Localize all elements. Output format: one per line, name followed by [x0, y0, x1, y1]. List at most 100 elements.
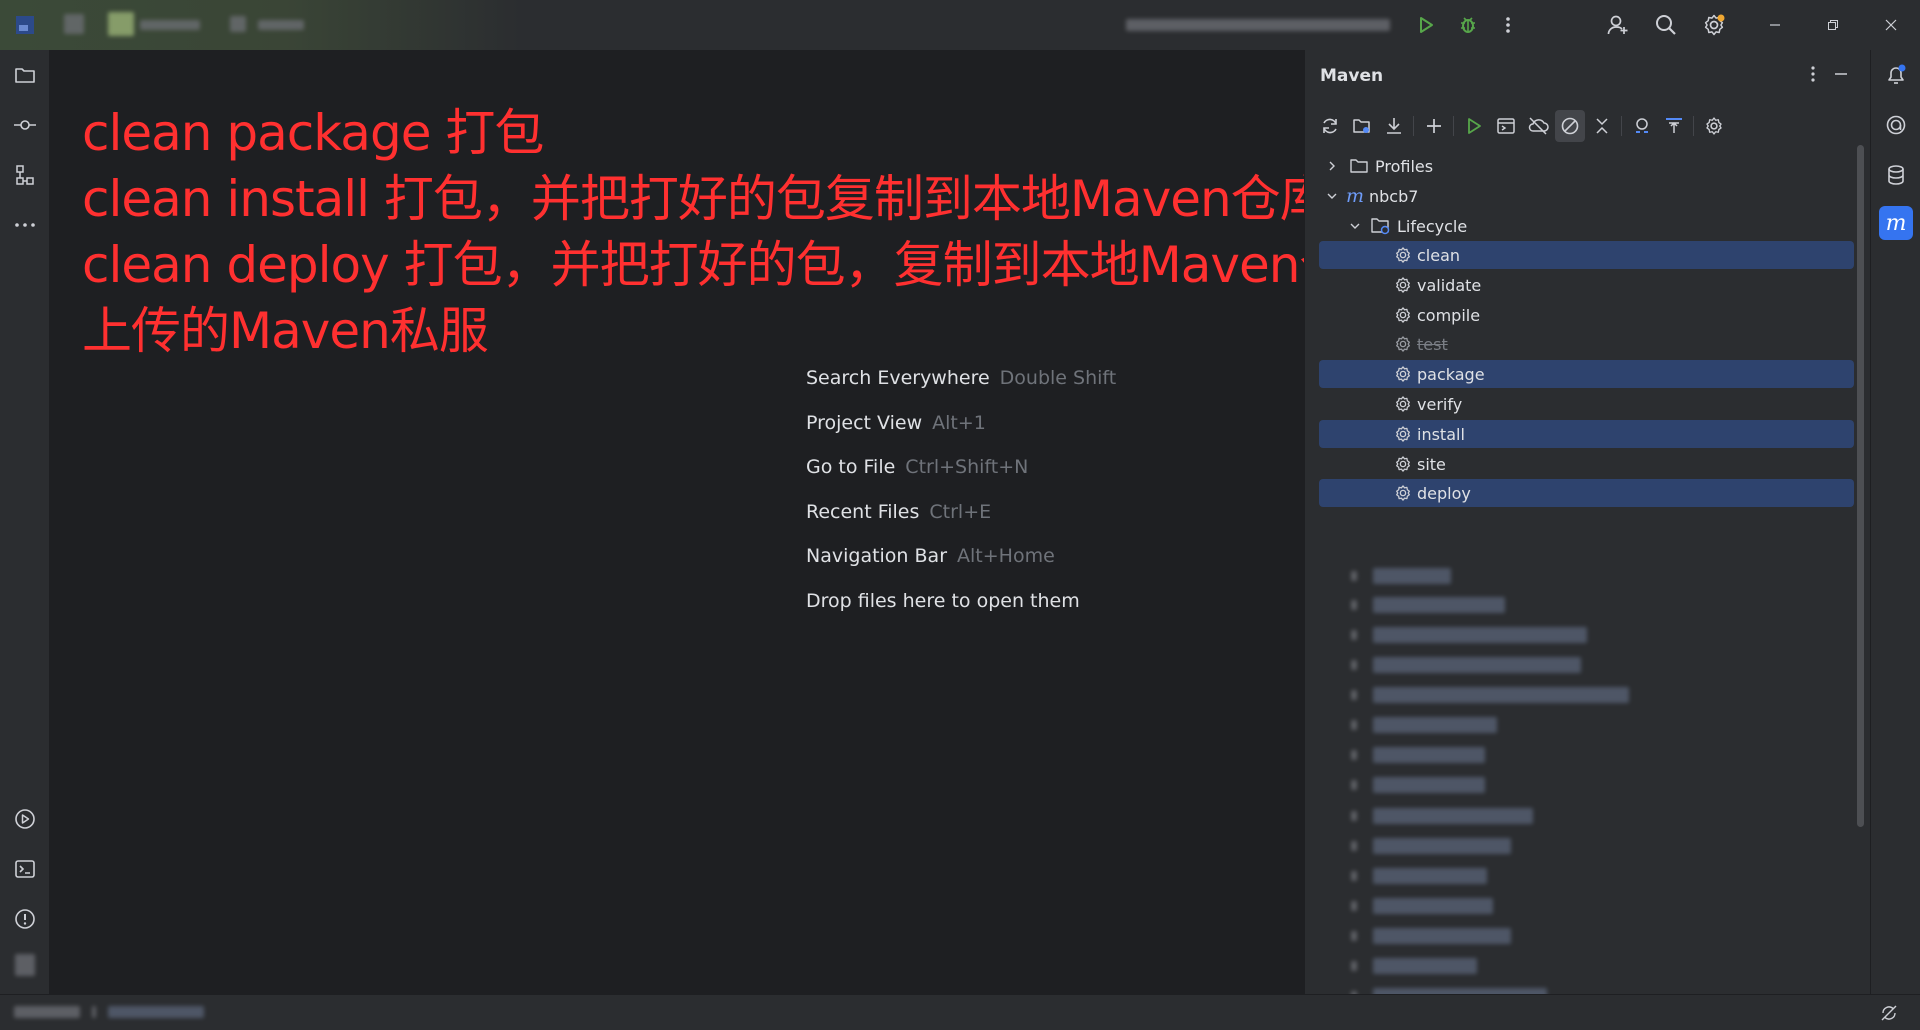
- tip-shortcut: Double Shift: [999, 367, 1117, 389]
- phase-gear-icon: [1393, 275, 1413, 295]
- power-save-icon[interactable]: [1876, 1001, 1902, 1025]
- tree-node-project[interactable]: m nbcb7: [1319, 182, 1854, 210]
- project-widget-blurred[interactable]: [108, 12, 134, 36]
- tree-node-blurred[interactable]: [1373, 627, 1587, 643]
- add-project-folder-icon[interactable]: [1347, 110, 1377, 142]
- reload-icon[interactable]: [1315, 110, 1345, 142]
- search-icon[interactable]: [1652, 11, 1680, 39]
- debug-icon[interactable]: [1456, 13, 1480, 37]
- tree-node-blurred[interactable]: [1351, 780, 1357, 790]
- tree-node-blurred[interactable]: [1373, 808, 1533, 824]
- align-top-icon[interactable]: [1659, 110, 1689, 142]
- lifecycle-phase-package[interactable]: package: [1319, 360, 1854, 388]
- problems-icon[interactable]: [8, 902, 42, 936]
- tree-node-blurred[interactable]: [1373, 868, 1487, 884]
- tree-node-blurred[interactable]: [1373, 958, 1477, 974]
- tree-node-blurred[interactable]: [1351, 961, 1357, 971]
- lifecycle-folder-icon: [1371, 216, 1391, 236]
- tree-node-blurred[interactable]: [1373, 568, 1451, 584]
- tree-node-blurred[interactable]: [1351, 931, 1357, 941]
- tree-node-blurred[interactable]: [1351, 901, 1357, 911]
- project-icon-blurred[interactable]: [64, 14, 84, 34]
- tree-node-blurred[interactable]: [1373, 898, 1493, 914]
- branch-icon-blurred[interactable]: [230, 16, 246, 32]
- main-menu-icon[interactable]: [14, 14, 36, 36]
- tree-node-blurred[interactable]: [1351, 811, 1357, 821]
- skip-tests-icon[interactable]: [1555, 110, 1585, 142]
- add-maven-project-icon[interactable]: [1419, 110, 1449, 142]
- execute-goal-icon[interactable]: [1491, 110, 1521, 142]
- status-breadcrumb-blurred[interactable]: [92, 1006, 96, 1018]
- tree-node-blurred[interactable]: [1351, 571, 1357, 581]
- status-breadcrumb-blurred[interactable]: [108, 1006, 204, 1018]
- offline-mode-icon[interactable]: [1523, 110, 1553, 142]
- tip-label: Recent Files: [806, 500, 920, 523]
- tree-node-blurred[interactable]: [1351, 690, 1357, 700]
- tree-node-profiles[interactable]: Profiles: [1319, 152, 1854, 180]
- tree-node-blurred[interactable]: [1373, 687, 1629, 703]
- services-icon[interactable]: [8, 802, 42, 836]
- lifecycle-phase-clean[interactable]: clean: [1319, 241, 1854, 269]
- tree-node-lifecycle[interactable]: Lifecycle: [1319, 212, 1854, 240]
- more-actions-icon[interactable]: [1498, 13, 1518, 37]
- tree-node-blurred[interactable]: [1373, 747, 1485, 763]
- structure-icon[interactable]: [8, 158, 42, 192]
- chevron-down-icon[interactable]: [1348, 219, 1362, 233]
- notifications-bell-icon[interactable]: [1879, 58, 1913, 92]
- maven-options-icon[interactable]: [1801, 62, 1825, 86]
- project-name-blurred[interactable]: [140, 20, 200, 30]
- close-window-icon[interactable]: [1876, 13, 1906, 37]
- show-dependencies-icon[interactable]: [1627, 110, 1657, 142]
- maven-settings-icon[interactable]: [1699, 110, 1729, 142]
- lifecycle-phase-compile[interactable]: compile: [1319, 301, 1854, 329]
- maven-tool-window-button[interactable]: m: [1879, 206, 1913, 240]
- minimize-window-icon[interactable]: [1760, 13, 1790, 37]
- lifecycle-phase-install[interactable]: install: [1319, 420, 1854, 448]
- tree-node-blurred[interactable]: [1351, 871, 1357, 881]
- branch-name-blurred[interactable]: [258, 20, 304, 30]
- folder-icon: [1349, 156, 1369, 176]
- phase-gear-icon: [1393, 394, 1413, 414]
- tree-node-label: nbcb7: [1369, 186, 1419, 206]
- tree-node-blurred[interactable]: [1373, 717, 1497, 733]
- chevron-right-icon[interactable]: [1325, 159, 1339, 173]
- commit-icon[interactable]: [8, 108, 42, 142]
- tree-node-blurred[interactable]: [1351, 841, 1357, 851]
- run-maven-build-icon[interactable]: [1459, 110, 1489, 142]
- tree-node-blurred[interactable]: [1351, 720, 1357, 730]
- tree-node-blurred[interactable]: [1373, 928, 1511, 944]
- lifecycle-phase-validate[interactable]: validate: [1319, 271, 1854, 299]
- tree-node-blurred[interactable]: [1351, 750, 1357, 760]
- lifecycle-phase-test[interactable]: test: [1319, 330, 1854, 358]
- maven-tree-scrollbar[interactable]: [1857, 145, 1864, 827]
- more-tool-windows-icon[interactable]: [8, 208, 42, 242]
- lifecycle-phase-verify[interactable]: verify: [1319, 390, 1854, 418]
- tree-node-blurred[interactable]: [1351, 600, 1357, 610]
- project-folder-icon[interactable]: [8, 58, 42, 92]
- tree-node-blurred[interactable]: [1373, 777, 1485, 793]
- phase-gear-icon: [1393, 245, 1413, 265]
- settings-gear-icon[interactable]: [1700, 11, 1728, 39]
- database-icon[interactable]: [1879, 158, 1913, 192]
- code-with-me-icon[interactable]: [1604, 11, 1632, 39]
- lifecycle-phase-deploy[interactable]: deploy: [1319, 479, 1854, 507]
- status-breadcrumb-blurred[interactable]: [14, 1006, 80, 1018]
- tree-node-blurred[interactable]: [1373, 657, 1581, 673]
- tip-shortcut: Alt+Home: [957, 545, 1055, 568]
- restore-window-icon[interactable]: [1818, 13, 1848, 37]
- maven-hide-icon[interactable]: [1829, 62, 1853, 86]
- tip-label: Go to File: [806, 456, 896, 479]
- tree-node-blurred[interactable]: [1373, 597, 1505, 613]
- tree-node-blurred[interactable]: [1351, 660, 1357, 670]
- chevron-down-icon[interactable]: [1325, 189, 1339, 203]
- ai-assistant-icon[interactable]: [1879, 108, 1913, 142]
- download-sources-icon[interactable]: [1379, 110, 1409, 142]
- run-config-blurred[interactable]: [1126, 19, 1390, 31]
- collapse-all-icon[interactable]: [1587, 110, 1617, 142]
- tree-node-blurred[interactable]: [1373, 838, 1511, 854]
- lifecycle-phase-site[interactable]: site: [1319, 450, 1854, 478]
- tree-node-blurred[interactable]: [1351, 630, 1357, 640]
- terminal-icon[interactable]: [8, 852, 42, 886]
- run-icon[interactable]: [1414, 13, 1438, 37]
- tool-window-blurred[interactable]: [15, 954, 35, 976]
